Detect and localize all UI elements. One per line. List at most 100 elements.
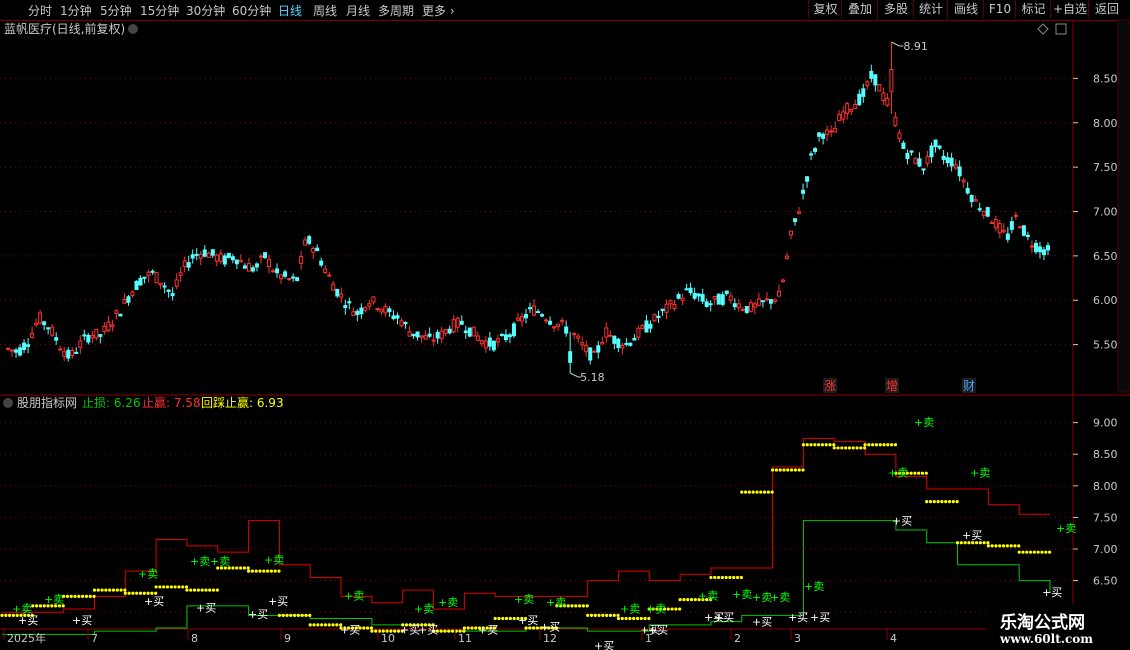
x-tick-label: 9: [284, 632, 291, 645]
candle-body: [732, 303, 737, 308]
candle-body: [238, 260, 243, 263]
pullback-dot: [269, 569, 273, 573]
take-profit-readout: 止赢: 7.58: [142, 395, 201, 410]
pullback-dot: [574, 604, 578, 608]
pullback-dot: [1028, 550, 1033, 554]
pullback-dot: [4, 613, 8, 617]
candle-body: [451, 319, 456, 333]
candle-body: [423, 335, 428, 340]
candle-body: [110, 324, 115, 327]
candle-body: [700, 294, 705, 302]
candle-body: [186, 262, 191, 268]
candle-body: [680, 297, 685, 301]
candle-body: [467, 327, 472, 337]
pullback-dot: [470, 626, 474, 630]
candle-body: [479, 340, 484, 344]
candle-body: [716, 293, 721, 305]
indicator-dropdown-icon: [3, 398, 13, 408]
pullback-dot: [231, 566, 235, 570]
candle-body: [102, 325, 107, 332]
x-tick-label: 7: [91, 632, 98, 645]
candle-body: [258, 255, 263, 258]
candle-body: [50, 326, 55, 336]
candle-body: [660, 308, 665, 312]
candle-body: [439, 330, 444, 340]
candle-body: [809, 153, 814, 156]
pullback-dot: [578, 604, 582, 608]
buy-signal-8: +买: [418, 624, 438, 637]
candle-body: [519, 316, 524, 322]
candle-body: [391, 315, 396, 320]
pullback-dot: [73, 594, 77, 599]
pullback-dot: [693, 597, 697, 602]
pullback-dot: [709, 575, 713, 580]
candle-body: [130, 291, 135, 297]
pullback-dot: [131, 591, 135, 595]
pullback-dot: [439, 629, 443, 633]
pullback-dot: [832, 443, 836, 447]
candle-body: [905, 153, 910, 160]
candle-body: [250, 267, 255, 272]
pullback-dot: [863, 443, 867, 447]
candle-body: [608, 334, 613, 337]
candle-body: [194, 253, 199, 256]
candle-body: [375, 308, 380, 311]
pullback-dot: [774, 468, 778, 472]
pullback-dot: [447, 629, 451, 633]
pullback-dot: [374, 629, 378, 633]
candle-body: [395, 315, 400, 319]
candle-body: [925, 156, 930, 164]
pullback-dot: [35, 604, 39, 608]
candle-body: [307, 236, 312, 244]
candle-body: [387, 308, 392, 313]
candle-body: [359, 307, 364, 315]
buy-signal-16: +买: [714, 611, 734, 624]
pullback-dot: [982, 541, 986, 545]
candle-body: [94, 328, 99, 339]
pullback-dot: [127, 591, 131, 595]
candle-body: [271, 270, 276, 273]
sell-signal-12: +卖: [646, 602, 666, 615]
candle-body: [383, 306, 388, 314]
candle-body: [226, 252, 231, 258]
candle-body: [206, 252, 211, 258]
candle-body: [335, 288, 340, 297]
candle-body: [1045, 245, 1050, 251]
candle-body: [797, 211, 802, 214]
candle-body: [26, 344, 31, 347]
pullback-dot: [836, 446, 840, 450]
pullback-dot: [273, 569, 277, 573]
pullback-dot: [246, 566, 250, 570]
pullback-dot: [262, 569, 266, 573]
pullback-dot: [886, 443, 890, 447]
pullback-dot: [882, 443, 886, 447]
pullback-dot: [735, 575, 740, 580]
candle-body: [728, 295, 733, 301]
pullback-dot: [940, 500, 944, 504]
candle-body: [704, 301, 709, 307]
pullback-dot: [316, 623, 320, 627]
pullback-dot: [589, 613, 594, 617]
candle-body: [696, 293, 701, 297]
buy-signal-21: +买: [962, 529, 982, 542]
pullback-dot: [369, 626, 374, 630]
pullback-dot: [786, 468, 790, 472]
candle-body: [86, 334, 91, 343]
candle-body: [865, 81, 870, 87]
pullback-dot: [955, 500, 959, 504]
pullback-dot: [501, 616, 505, 621]
candle-body: [158, 282, 163, 286]
ind-y-tick-label: 7.50: [1093, 511, 1118, 524]
candle-body: [323, 268, 328, 274]
pullback-dot: [585, 604, 589, 608]
candle-body: [42, 321, 47, 326]
pullback-dot: [493, 616, 497, 621]
pullback-dot: [1047, 550, 1052, 554]
pullback-dot: [878, 443, 882, 447]
pullback-dot: [277, 569, 281, 573]
pullback-dot: [778, 468, 782, 472]
pullback-dot: [713, 575, 717, 580]
pullback-dot: [867, 443, 871, 447]
candle-body: [564, 326, 569, 334]
pullback-dot: [924, 471, 928, 475]
